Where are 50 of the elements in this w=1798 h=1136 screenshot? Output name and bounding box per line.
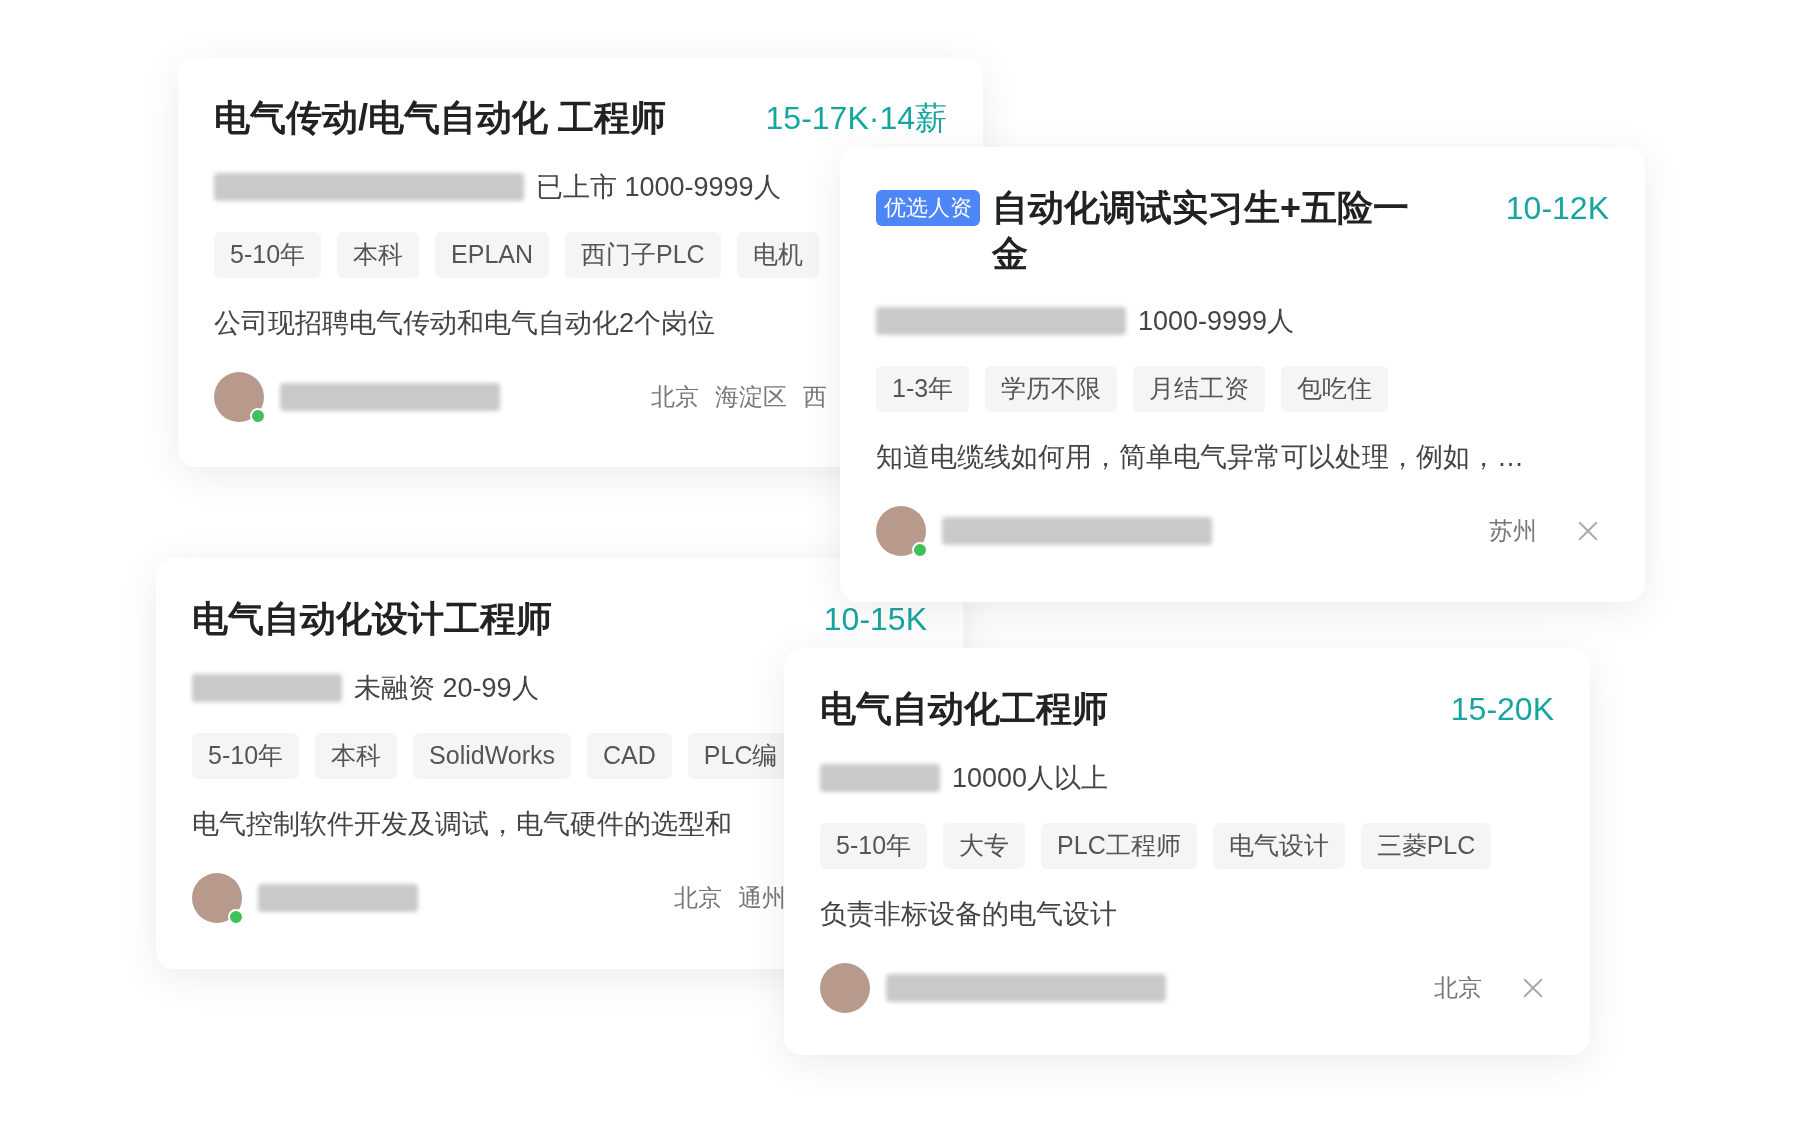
- location: 海淀区: [715, 382, 787, 412]
- tag: 大专: [943, 823, 1026, 869]
- job-description: 负责非标设备的电气设计: [820, 897, 1117, 931]
- avatar: [820, 963, 870, 1013]
- tag: CAD: [587, 733, 672, 779]
- job-description: 知道电缆线如何用，简单电气异常可以处理，例如，…: [876, 440, 1524, 474]
- location: 北京: [651, 382, 699, 412]
- location: 西: [803, 382, 827, 412]
- tag: 学历不限: [985, 366, 1118, 412]
- company-info: 10000人以上: [952, 761, 1109, 795]
- close-icon[interactable]: [1577, 520, 1599, 542]
- badge: 优选人资: [876, 190, 980, 226]
- tag: 5-10年: [214, 232, 322, 278]
- job-title: 电气传动/电气自动化 工程师: [214, 96, 666, 140]
- tag: 电气设计: [1212, 823, 1345, 869]
- salary: 15-17K·14薪: [765, 99, 947, 138]
- salary: 15-20K: [1450, 690, 1554, 729]
- tag: 西门子PLC: [565, 232, 721, 278]
- tag: EPLAN: [435, 232, 550, 278]
- salary: 10-12K: [1505, 189, 1609, 228]
- location: 北京: [674, 883, 722, 913]
- company-info: 1000-9999人: [1138, 304, 1295, 338]
- tag: 三菱PLC: [1360, 823, 1492, 869]
- tag: 5-10年: [820, 823, 928, 869]
- company-info: 已上市 1000-9999人: [536, 170, 781, 204]
- job-title: 自动化调试实习生+五险一金: [992, 186, 1411, 276]
- job-card[interactable]: 电气自动化工程师 15-20K 10000人以上 5-10年 大专 PLC工程师 电气设计 三菱PLC 负责非标设备的电气设计 北京: [784, 648, 1590, 1055]
- tag: 1-3年: [876, 366, 970, 412]
- tag: 包吃住: [1281, 366, 1389, 412]
- avatar: [214, 372, 264, 422]
- location: 苏州: [1489, 516, 1537, 546]
- avatar: [876, 506, 926, 556]
- salary: 10-15K: [823, 600, 927, 639]
- tag: 本科: [315, 733, 398, 779]
- avatar: [192, 873, 242, 923]
- tag: 5-10年: [192, 733, 300, 779]
- tag: SolidWorks: [413, 733, 571, 779]
- tag: 月结工资: [1133, 366, 1266, 412]
- tag: 电机: [736, 232, 819, 278]
- job-title: 电气自动化工程师: [820, 687, 1108, 731]
- tag: PLC工程师: [1041, 823, 1197, 869]
- location: 通州: [738, 883, 786, 913]
- job-title: 电气自动化设计工程师: [192, 597, 552, 641]
- job-card[interactable]: 优选人资 自动化调试实习生+五险一金 10-12K 1000-9999人 1-3年 学历不限 月结工资 包吃住 知道电缆线如何用，简单电气异常可以处理，例如，… 苏州: [840, 147, 1645, 602]
- location: 北京: [1434, 973, 1482, 1003]
- tag: 本科: [337, 232, 420, 278]
- close-icon[interactable]: [1522, 977, 1544, 999]
- job-description: 电气控制软件开发及调试，电气硬件的选型和: [192, 807, 732, 841]
- company-info: 未融资 20-99人: [354, 671, 539, 705]
- job-description: 公司现招聘电气传动和电气自动化2个岗位: [214, 306, 716, 340]
